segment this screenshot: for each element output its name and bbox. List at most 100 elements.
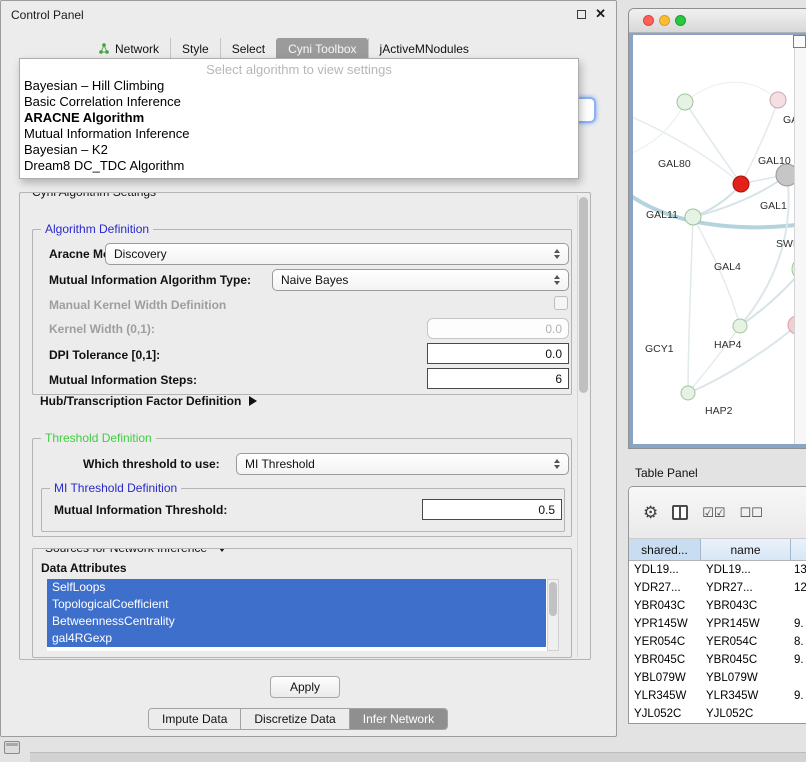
cell-value[interactable]: 12 [791,582,806,594]
table-row[interactable]: YPR145W YPR145W 9. [629,615,806,633]
dropdown-placeholder: Select algorithm to view settings [20,61,578,78]
cell-name[interactable]: YLR345W [701,690,791,702]
cell-shared-name[interactable]: YDR27... [629,582,701,594]
cell-value[interactable]: 8. [791,636,806,648]
control-panel-title: Control Panel [11,8,84,22]
which-threshold-select[interactable]: MI Threshold [236,453,569,475]
cell-name[interactable]: YDR27... [701,582,791,594]
settings-scrollbar-thumb[interactable] [579,197,588,393]
manual-kernel-width-checkbox[interactable] [554,296,568,310]
sources-group-title[interactable]: Sources for Network Inference [41,548,231,556]
mi-steps-input[interactable] [427,368,569,389]
close-traffic-light[interactable] [643,15,654,26]
dropdown-item-bayesian-k2[interactable]: Bayesian – K2 [20,142,578,158]
cell-shared-name[interactable]: YER054C [629,636,701,648]
table-row[interactable]: YBL079W YBL079W [629,669,806,687]
node-circle[interactable] [733,319,747,333]
column-header-partial[interactable] [791,539,806,560]
dropdown-item-basic-correlation[interactable]: Basic Correlation Inference [20,94,578,110]
tab-impute-data[interactable]: Impute Data [149,709,240,729]
table-row[interactable]: YDR27... YDR27... 12 [629,579,806,597]
dropdown-item-mutual-information[interactable]: Mutual Information Inference [20,126,578,142]
column-browser-icon[interactable] [672,505,688,520]
tab-select[interactable]: Select [220,38,276,60]
cell-shared-name[interactable]: YLR345W [629,690,701,702]
cell-name[interactable]: YBL079W [701,672,791,684]
select-all-icon[interactable]: ☑☑ [702,505,725,521]
float-window-icon[interactable] [577,10,586,19]
table-row[interactable]: YER054C YER054C 8. [629,633,806,651]
threshold-definition-title: Threshold Definition [41,431,156,446]
table-row[interactable]: YBR045C YBR045C 9. [629,651,806,669]
mi-algorithm-type-value: Naive Bayes [273,273,550,287]
settings-scrollbar[interactable] [577,195,589,657]
attribute-selfloops[interactable]: SelfLoops [47,579,546,596]
tab-style[interactable]: Style [170,38,220,60]
cell-name[interactable]: YJL052C [701,708,791,720]
mi-threshold-definition-title: MI Threshold Definition [50,481,181,496]
node-label: GAL1 [760,200,787,212]
node-circle[interactable] [685,209,701,225]
kernel-width-input[interactable] [427,318,569,339]
panel-dock-icon[interactable] [4,741,20,754]
node-circle[interactable] [677,94,693,110]
cell-name[interactable]: YER054C [701,636,791,648]
deselect-all-icon[interactable]: ☐☐ [740,505,763,521]
dropdown-item-bayesian-hill-climbing[interactable]: Bayesian – Hill Climbing [20,78,578,94]
cell-shared-name[interactable]: YBL079W [629,672,701,684]
node-circle[interactable] [681,386,695,400]
cell-value[interactable]: 9. [791,618,806,630]
attribute-betweennesscentrality[interactable]: BetweennessCentrality [47,613,546,630]
attribute-gal4rgexp[interactable]: gal4RGexp [47,630,546,647]
tab-network[interactable]: Network [87,38,170,60]
cell-shared-name[interactable]: YJL052C [629,708,701,720]
cell-shared-name[interactable]: YDL19... [629,564,701,576]
hub-transcription-factor-section[interactable]: Hub/Transcription Factor Definition [40,394,257,408]
attributes-scrollbar[interactable] [547,579,559,651]
minimize-traffic-light[interactable] [659,15,670,26]
cell-name[interactable]: YBR043C [701,600,791,612]
network-scrollbar-box[interactable] [793,35,806,48]
data-attributes-list[interactable]: SelfLoops TopologicalCoefficient Between… [47,579,559,651]
zoom-traffic-light[interactable] [675,15,686,26]
gear-icon[interactable]: ⚙ [643,504,658,521]
attribute-topologicalcoefficient[interactable]: TopologicalCoefficient [47,596,546,613]
node-circle[interactable] [770,92,786,108]
table-row[interactable]: YDL19... YDL19... 13 [629,561,806,579]
column-header-shared-name[interactable]: shared... [629,539,701,560]
cell-shared-name[interactable]: YBR045C [629,654,701,666]
dropdown-item-dream8[interactable]: Dream8 DC_TDC Algorithm [20,158,578,174]
aracne-mode-select[interactable]: Discovery [105,243,569,265]
tab-jactivemnodules[interactable]: jActiveMNodules [368,38,480,60]
table-row[interactable]: YLR345W YLR345W 9. [629,687,806,705]
mi-algorithm-type-select[interactable]: Naive Bayes [272,269,569,291]
network-canvas[interactable]: GAL GAL80 GAL10 GAL11 GAL1 SWI4 GAL4 GCY… [629,33,806,448]
tab-discretize-data[interactable]: Discretize Data [240,709,348,729]
cell-name[interactable]: YDL19... [701,564,791,576]
cell-value[interactable]: 13 [791,564,806,576]
cell-name[interactable]: YPR145W [701,618,791,630]
tab-infer-network[interactable]: Infer Network [349,709,447,729]
attributes-scrollbar-thumb[interactable] [549,582,557,616]
close-icon[interactable]: ✕ [595,6,606,22]
node-gal10-red[interactable] [733,176,749,192]
mutual-information-threshold-input[interactable] [422,499,562,520]
cell-value[interactable]: 9. [791,654,806,666]
network-graph[interactable]: GAL GAL80 GAL10 GAL11 GAL1 SWI4 GAL4 GCY… [633,35,806,444]
desktop: Control Panel ✕ Network Style Select [0,0,806,762]
cell-shared-name[interactable]: YBR043C [629,600,701,612]
dropdown-item-aracne[interactable]: ARACNE Algorithm [20,110,578,126]
node-label: GCY1 [645,343,674,355]
cell-name[interactable]: YBR045C [701,654,791,666]
column-header-name[interactable]: name [701,539,791,560]
dpi-tolerance-input[interactable] [427,343,569,364]
tab-cyni-toolbox[interactable]: Cyni Toolbox [276,38,367,60]
node-label: GAL11 [646,209,678,221]
table-row[interactable]: YBR043C YBR043C [629,597,806,615]
table-row[interactable]: YJL052C YJL052C [629,705,806,723]
cell-shared-name[interactable]: YPR145W [629,618,701,630]
network-window-titlebar[interactable] [629,9,806,33]
apply-button[interactable]: Apply [270,676,340,698]
network-vertical-scrollbar[interactable] [794,35,806,444]
cell-value[interactable]: 9. [791,690,806,702]
